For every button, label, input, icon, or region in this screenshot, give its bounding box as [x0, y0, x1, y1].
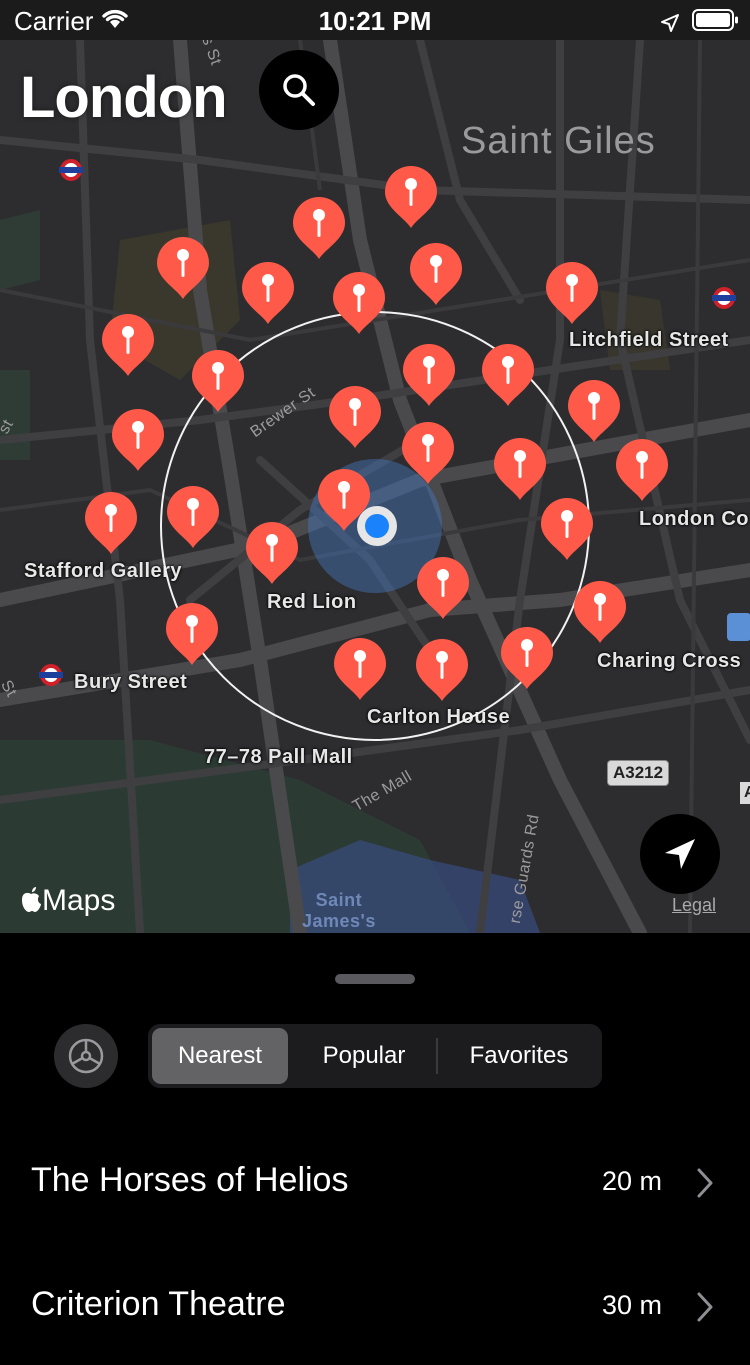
battery-icon: [692, 8, 740, 39]
map-label-fragment-a: A: [740, 782, 750, 804]
map-pin[interactable]: [331, 270, 387, 336]
map-pin[interactable]: [291, 195, 347, 261]
location-arrow-icon: [660, 9, 680, 40]
map-label-saint-james: Saint James's: [302, 890, 376, 931]
map-pin[interactable]: [83, 490, 139, 556]
map-label-pall-mall: 77–78 Pall Mall: [204, 746, 353, 768]
segment-divider: [436, 1038, 438, 1074]
map-pin[interactable]: [327, 384, 383, 450]
clock: 10:21 PM: [318, 6, 432, 36]
segment-favorites[interactable]: Favorites: [440, 1028, 598, 1084]
apple-logo-icon: [22, 887, 41, 912]
map-pin[interactable]: [383, 164, 439, 230]
legal-link[interactable]: Legal: [672, 895, 716, 916]
list-item-name: Criterion Theatre: [31, 1285, 286, 1323]
map-pin[interactable]: [190, 348, 246, 414]
map-pin[interactable]: [240, 260, 296, 326]
map-pin[interactable]: [332, 636, 388, 702]
segment-nearest[interactable]: Nearest: [152, 1028, 288, 1084]
map-pin[interactable]: [244, 520, 300, 586]
map-pin[interactable]: [539, 496, 595, 562]
list-item-distance: 30 m: [601, 1290, 662, 1320]
apple-maps-logo: Maps: [20, 884, 115, 918]
steering-wheel-icon: [68, 1038, 104, 1074]
current-location-button[interactable]: [640, 814, 720, 894]
map-label-london-co: London Co: [639, 508, 750, 530]
map-label-stafford-gallery: Stafford Gallery: [24, 560, 183, 582]
map-pin[interactable]: [414, 637, 470, 703]
map-pin[interactable]: [415, 555, 471, 621]
map-pin[interactable]: [566, 378, 622, 444]
status-bar: Carrier 10:21 PM: [0, 0, 750, 40]
settings-button[interactable]: [54, 1024, 118, 1088]
city-title: London: [20, 65, 228, 130]
magnifying-glass-icon: [283, 74, 315, 106]
chevron-right-icon: [695, 1291, 715, 1328]
map-label-saint-giles: Saint Giles: [461, 120, 656, 162]
map-pin[interactable]: [316, 467, 372, 533]
map-pin[interactable]: [544, 260, 600, 326]
map-pin[interactable]: [165, 484, 221, 550]
road-shield-a3212: A3212: [607, 760, 670, 786]
sheet-grabber[interactable]: [335, 974, 415, 984]
map-pin[interactable]: [614, 437, 670, 503]
map-pin[interactable]: [400, 420, 456, 486]
list-item[interactable]: Criterion Theatre 30 m: [0, 1245, 750, 1365]
map-pin[interactable]: [492, 436, 548, 502]
map-pin[interactable]: [100, 312, 156, 378]
map-label-litchfield-street: Litchfield Street: [569, 329, 729, 351]
map-view[interactable]: Saint Giles Litchfield Street London Co …: [0, 40, 750, 933]
list-item-name: The Horses of Helios: [31, 1161, 349, 1199]
chevron-right-icon: [695, 1167, 715, 1204]
location-arrow-icon: [665, 839, 695, 869]
map-pin[interactable]: [155, 235, 211, 301]
sort-segmented-control: Nearest Popular Favorites: [148, 1024, 602, 1088]
map-pin[interactable]: [401, 342, 457, 408]
search-button[interactable]: [259, 50, 339, 130]
map-pin[interactable]: [110, 407, 166, 473]
map-label-charing-cross: Charing Cross: [597, 650, 742, 672]
map-pin[interactable]: [499, 625, 555, 691]
map-pin[interactable]: [480, 342, 536, 408]
map-pin[interactable]: [572, 579, 628, 645]
map-pin[interactable]: [408, 241, 464, 307]
bottom-sheet: Nearest Popular Favorites The Horses of …: [0, 933, 750, 1334]
list-item-distance: 20 m: [601, 1166, 662, 1196]
maps-attribution: Maps: [42, 884, 116, 917]
list-item[interactable]: The Horses of Helios 20 m: [0, 1121, 750, 1241]
segment-popular[interactable]: Popular: [292, 1028, 436, 1084]
map-label-bury-street: Bury Street: [74, 671, 188, 693]
map-pin[interactable]: [164, 601, 220, 667]
